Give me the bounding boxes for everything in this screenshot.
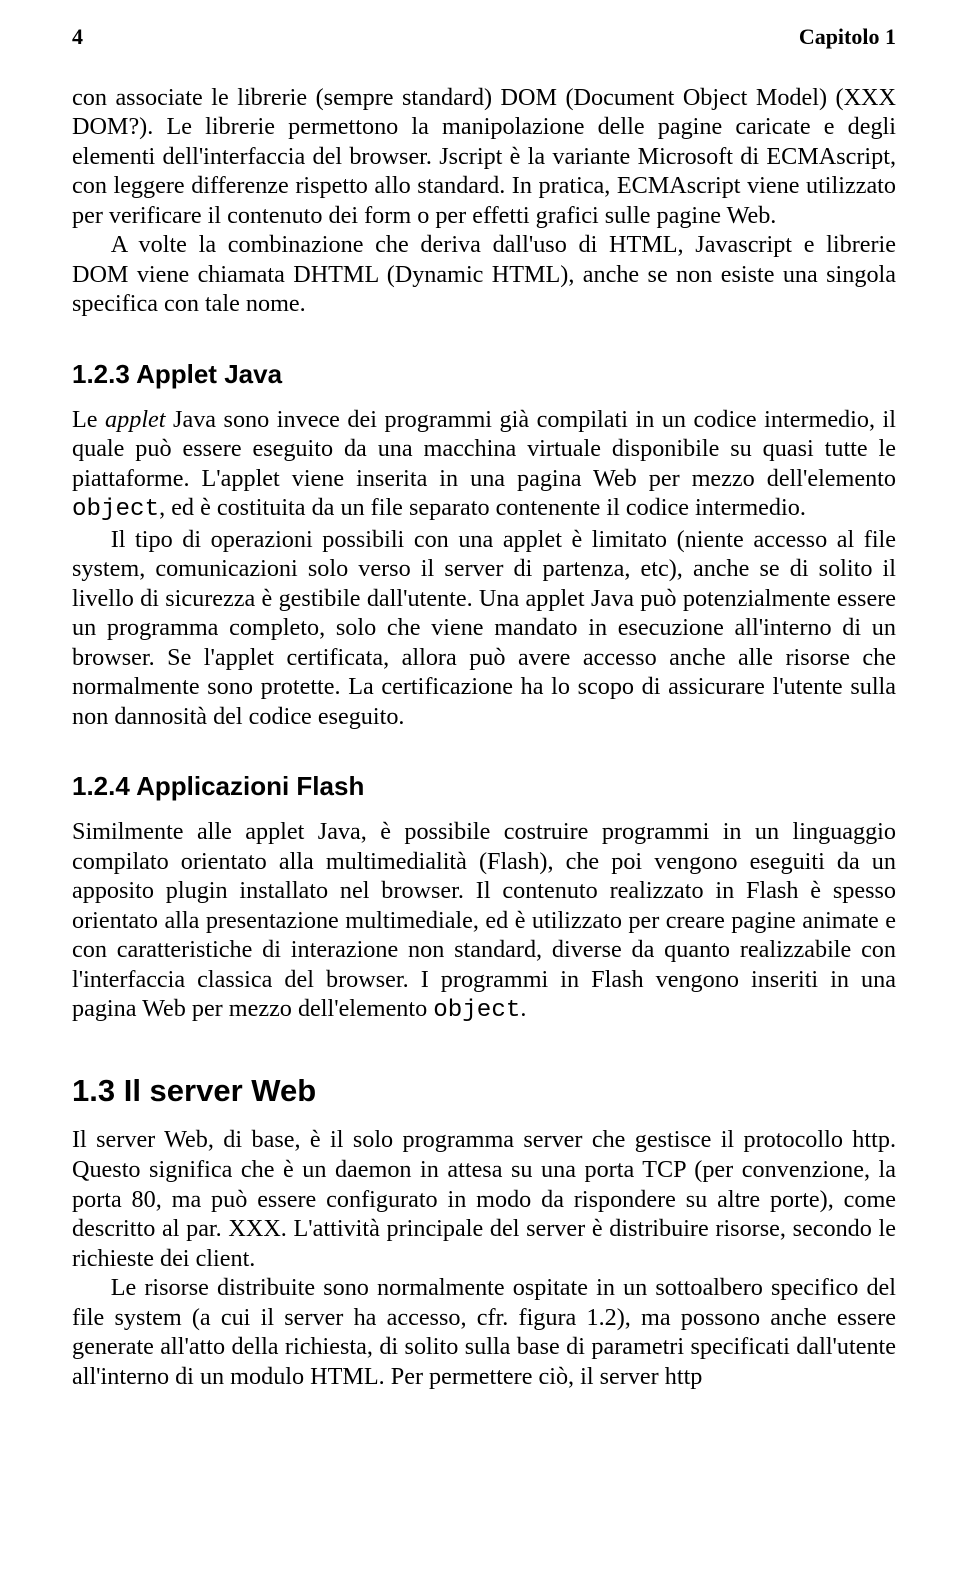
code-span: object bbox=[72, 496, 159, 523]
heading-applet-java: 1.2.3 Applet Java bbox=[72, 359, 896, 391]
body-paragraph: A volte la combinazione che deriva dall'… bbox=[72, 230, 896, 319]
body-paragraph: Similmente alle applet Java, è possibile… bbox=[72, 817, 896, 1026]
page: 4 Capitolo 1 con associate le librerie (… bbox=[0, 0, 960, 1593]
text-italic: applet bbox=[105, 406, 165, 433]
code-span: object bbox=[433, 997, 520, 1024]
text-span: Similmente alle applet Java, è possibile… bbox=[72, 818, 896, 1022]
body-paragraph: con associate le librerie (sempre standa… bbox=[72, 83, 896, 231]
chapter-label: Capitolo 1 bbox=[799, 24, 896, 51]
text-span: . bbox=[520, 995, 526, 1022]
body-paragraph: Le risorse distribuite sono normalmente … bbox=[72, 1273, 896, 1391]
running-header: 4 Capitolo 1 bbox=[72, 24, 896, 51]
text-span: , ed è costituita da un file separato co… bbox=[159, 494, 806, 521]
body-paragraph: Il server Web, di base, è il solo progra… bbox=[72, 1125, 896, 1273]
text-span: Java sono invece dei programmi già compi… bbox=[72, 406, 896, 492]
body-paragraph: Le applet Java sono invece dei programmi… bbox=[72, 405, 896, 525]
body-paragraph: Il tipo di operazioni possibili con una … bbox=[72, 525, 896, 732]
heading-applicazioni-flash: 1.2.4 Applicazioni Flash bbox=[72, 771, 896, 803]
page-number: 4 bbox=[72, 24, 83, 51]
text-span: Le bbox=[72, 406, 105, 433]
heading-il-server-web: 1.3 Il server Web bbox=[72, 1072, 896, 1110]
